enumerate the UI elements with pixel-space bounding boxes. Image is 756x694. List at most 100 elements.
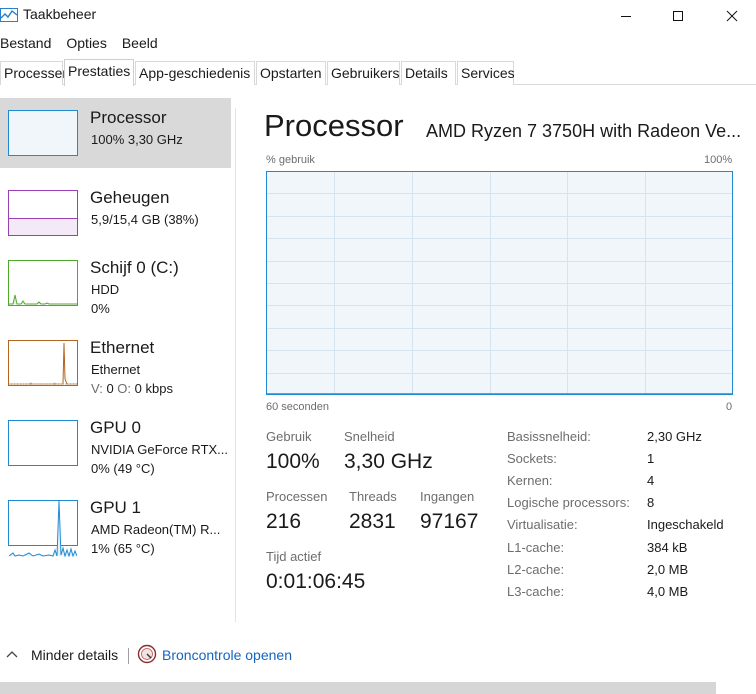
- receive-label: O:: [117, 381, 132, 396]
- tab-gebruikers[interactable]: Gebruikers: [327, 61, 400, 85]
- sidebar-item-label: GPU 1: [90, 498, 142, 517]
- sidebar-item-detail: AMD Radeon(TM) R...: [91, 522, 221, 537]
- spec-value: 2,30 GHz: [647, 429, 702, 444]
- menu-beeld[interactable]: Beeld: [122, 33, 158, 55]
- tab-app-geschiedenis[interactable]: App-geschiedenis: [135, 61, 255, 85]
- gpu0-mini-graph: [8, 420, 78, 466]
- uptime-label: Tijd actief: [266, 549, 322, 564]
- graph-x-min-label: 0: [726, 401, 733, 413]
- sidebar-item-detail: 100% 3,30 GHz: [91, 132, 183, 147]
- resource-list: Processor 100% 3,30 GHz Geheugen 5,9/15,…: [0, 98, 232, 620]
- sidebar-item-label: Ethernet: [90, 338, 155, 357]
- tab-processen[interactable]: Processen: [0, 61, 70, 85]
- minimize-button[interactable]: [603, 0, 649, 31]
- spec-key: Logische processors:: [507, 495, 630, 510]
- sidebar-item-detail: 5,9/15,4 GB (38%): [91, 212, 199, 227]
- close-button[interactable]: [709, 0, 755, 31]
- menu-opties[interactable]: Opties: [66, 33, 106, 55]
- task-manager-app-icon: [0, 8, 18, 22]
- maximize-icon: [673, 10, 683, 21]
- open-resource-monitor-link[interactable]: Broncontrole openen: [162, 647, 292, 663]
- spec-key: L2-cache:: [507, 562, 565, 577]
- spec-key: Basissnelheid:: [507, 429, 591, 444]
- disk-activity-line: [9, 294, 77, 305]
- graph-y-label: % gebruik: [266, 154, 315, 166]
- gpu1-mini-graph: [8, 500, 78, 557]
- sidebar-item-detail: 0%: [91, 301, 110, 316]
- sidebar-item-label: Schijf 0 (C:): [90, 258, 179, 277]
- window-title: Taakbeheer: [23, 6, 97, 22]
- ethernet-mini-graph: [8, 340, 78, 386]
- uptime-value: 0:01:06:45: [266, 570, 366, 593]
- sidebar-item-processor[interactable]: Processor 100% 3,30 GHz: [0, 98, 231, 168]
- threads-label: Threads: [349, 489, 397, 504]
- processor-mini-graph: [8, 110, 78, 156]
- gpu1-activity-line: [9, 501, 77, 557]
- usage-label: Gebruik: [266, 429, 312, 444]
- speed-label: Snelheid: [344, 429, 395, 444]
- minimize-icon: [621, 15, 631, 17]
- fewer-details-button[interactable]: Minder details: [31, 647, 118, 663]
- sidebar-item-detail: 1% (65 °C): [91, 541, 155, 556]
- spec-key: L1-cache:: [507, 540, 565, 555]
- resource-monitor-icon[interactable]: [137, 644, 157, 664]
- tab-strip: Processen Prestaties App-geschiedenis Op…: [0, 59, 756, 86]
- sidebar-item-gpu0[interactable]: GPU 0 NVIDIA GeForce RTX... 0% (49 °C): [0, 408, 231, 478]
- menu-bar: Bestand Opties Beeld: [0, 33, 173, 55]
- spec-key: Kernen:: [507, 473, 553, 488]
- speed-value: 3,30 GHz: [344, 450, 433, 473]
- processes-label: Processen: [266, 489, 328, 504]
- receive-value: 0 kbps: [134, 381, 173, 396]
- sidebar-item-gpu1[interactable]: GPU 1 AMD Radeon(TM) R... 1% (65 °C): [0, 488, 231, 558]
- menu-bestand[interactable]: Bestand: [0, 33, 51, 55]
- cpu-model-name: AMD Ryzen 7 3750H with Radeon Ve...: [426, 121, 742, 141]
- send-value: 0: [106, 381, 114, 396]
- spec-value: Ingeschakeld: [647, 517, 724, 532]
- sidebar-item-label: GPU 0: [90, 418, 142, 437]
- memory-usage-fill: [9, 218, 77, 235]
- sidebar-item-label: Processor: [90, 108, 167, 127]
- tab-details[interactable]: Details: [401, 61, 456, 85]
- sidebar-item-detail: HDD: [91, 282, 120, 297]
- cpu-usage-graph: [266, 171, 733, 395]
- spec-key: L3-cache:: [507, 584, 565, 599]
- spec-key: Sockets:: [507, 451, 557, 466]
- spec-value: 4: [647, 473, 655, 488]
- tab-opstarten[interactable]: Opstarten: [256, 61, 326, 85]
- sidebar-item-detail: Ethernet: [91, 362, 141, 377]
- sidebar-item-detail: 0% (49 °C): [91, 461, 155, 476]
- panel-divider[interactable]: [235, 108, 236, 622]
- memory-mini-graph: [8, 190, 78, 236]
- sidebar-item-geheugen[interactable]: Geheugen 5,9/15,4 GB (38%): [0, 178, 231, 248]
- horizontal-scrollbar[interactable]: [0, 682, 716, 694]
- sidebar-item-ethernet[interactable]: Ethernet Ethernet V: 0 O: 0 kbps: [0, 328, 231, 398]
- graph-y-max-label: 100%: [704, 154, 733, 166]
- threads-value: 2831: [349, 510, 396, 533]
- footer-bar: Minder details Broncontrole openen: [0, 640, 756, 668]
- usage-value: 100%: [266, 450, 320, 473]
- spec-value: 2,0 MB: [647, 562, 689, 577]
- spec-value: 1: [647, 451, 655, 466]
- processes-value: 216: [266, 510, 302, 533]
- sidebar-item-label: Geheugen: [90, 188, 170, 207]
- spec-value: 384 kB: [647, 540, 688, 555]
- ethernet-throughput: V: 0 O: 0 kbps: [91, 381, 173, 396]
- handles-label: Ingangen: [420, 489, 475, 504]
- title-bar[interactable]: Taakbeheer: [0, 0, 756, 31]
- sidebar-item-schijf[interactable]: Schijf 0 (C:) HDD 0%: [0, 248, 231, 318]
- chevron-up-icon[interactable]: [5, 649, 19, 659]
- maximize-button[interactable]: [655, 0, 701, 31]
- ethernet-activity-line: [9, 342, 77, 385]
- task-manager-window: Taakbeheer Bestand Opties Beeld Processe…: [0, 0, 756, 694]
- spec-value: 4,0 MB: [647, 584, 689, 599]
- footer-separator: [128, 648, 129, 664]
- close-icon: [726, 10, 738, 21]
- send-label: V:: [91, 381, 103, 396]
- graph-x-label: 60 seconden: [266, 401, 329, 413]
- spec-value: 8: [647, 495, 655, 510]
- spec-key: Virtualisatie:: [507, 517, 578, 532]
- page-title: Processor: [264, 108, 404, 143]
- sidebar-item-detail: NVIDIA GeForce RTX...: [91, 442, 229, 457]
- tab-prestaties[interactable]: Prestaties: [64, 59, 134, 86]
- tab-services[interactable]: Services: [457, 61, 515, 85]
